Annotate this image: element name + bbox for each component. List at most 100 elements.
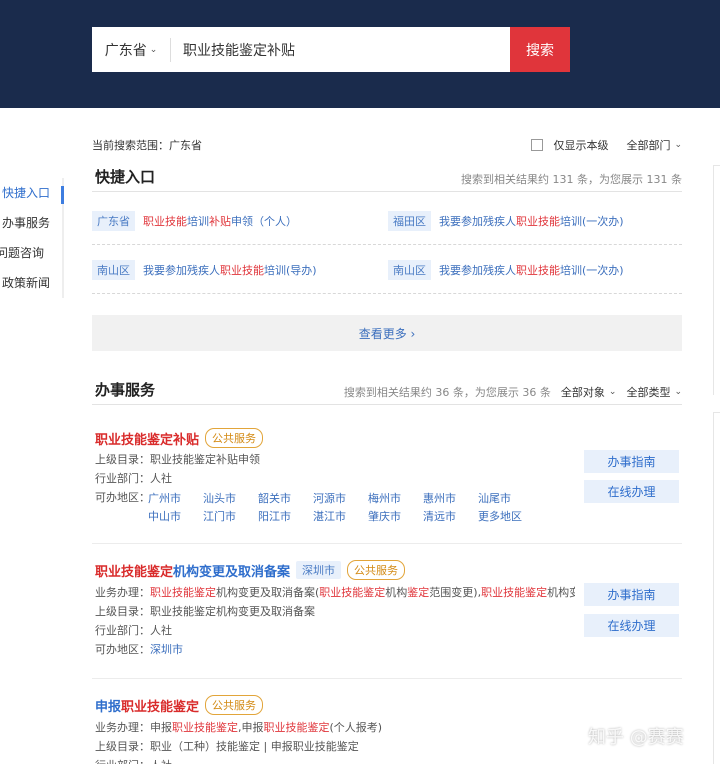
quick-link[interactable]: 我要参加残疾人职业技能培训(导办) (143, 262, 317, 278)
public-service-badge: 公共服务 (205, 428, 264, 448)
online-handle-button[interactable]: 在线办理 (584, 614, 679, 637)
only-this-level-label: 仅显示本级 (553, 139, 609, 152)
city-link[interactable]: 梅州市 (368, 490, 423, 508)
service-guide-button[interactable]: 办事指南 (584, 583, 679, 606)
service-title-link[interactable]: 申报职业技能鉴定 (95, 696, 199, 715)
highlight-text: 职业技能 (143, 215, 187, 228)
business-label: 业务办理： (95, 721, 150, 734)
quick-item[interactable]: 南山区 我要参加残疾人职业技能培训(一次办) (388, 246, 624, 294)
service-title-row: 申报职业技能鉴定 公共服务 (92, 695, 682, 715)
city-link[interactable]: 阳江市 (258, 508, 313, 526)
public-service-badge: 公共服务 (205, 695, 264, 715)
city-link[interactable]: 韶关市 (258, 490, 313, 508)
highlight-text: 职业技能鉴定 (150, 586, 216, 599)
city-link[interactable]: 汕尾市 (478, 490, 533, 508)
city-link[interactable]: 江门市 (203, 508, 258, 526)
link-text: 培训(一次办) (560, 215, 624, 228)
highlight-text: 职业技能 (220, 264, 264, 277)
city-link[interactable]: 深圳市 (150, 643, 183, 656)
highlight-text: 鉴定 (407, 586, 430, 599)
highlight-text: 职业技能鉴定 (319, 586, 386, 599)
left-nav-item-news[interactable]: 政策新闻 (0, 268, 66, 298)
type-filter-dropdown[interactable]: 全部类型 ⌄ (626, 384, 682, 400)
search-button[interactable]: 搜索 (510, 27, 570, 72)
city-list: 广州市 汕头市 韶关市 河源市 梅州市 惠州市 汕尾市 中山市 江门市 阳江市 … (148, 490, 533, 526)
city-link[interactable]: 肇庆市 (368, 508, 423, 526)
region-select-label: 广东省 (104, 42, 147, 59)
service-guide-button[interactable]: 办事指南 (584, 450, 679, 473)
city-link[interactable]: 清远市 (423, 508, 478, 526)
business-text: 范围变更), (429, 586, 482, 599)
online-handle-button[interactable]: 在线办理 (584, 480, 679, 503)
highlight-text: 职业技能鉴定补贴 (95, 432, 200, 448)
left-nav-item-services[interactable]: 办事服务 (0, 208, 66, 238)
search-input[interactable] (171, 27, 510, 72)
service-catalog: 上级目录：职业技能鉴定补贴申领 (95, 453, 260, 466)
city-link[interactable]: 中山市 (148, 508, 203, 526)
dept-filter-dropdown[interactable]: 全部部门 ⌄ (626, 137, 682, 153)
divider (92, 543, 682, 544)
service-item: 职业技能鉴定补贴 公共服务 上级目录：职业技能鉴定补贴申领 行业部门：人社 可办… (92, 428, 682, 536)
region-badge: 深圳市 (296, 561, 342, 579)
service-dept: 行业部门：人社 (95, 624, 172, 637)
see-more-button[interactable]: 查看更多 › (92, 315, 682, 351)
quick-section-stats: 搜索到相关结果约 131 条，为您展示 131 条 (461, 173, 682, 186)
link-text: 培训(一次办) (560, 264, 624, 277)
service-business: 业务办理：职业技能鉴定机构变更及取消备案(职业技能鉴定机构鉴定范围变更),职业技… (95, 583, 575, 602)
highlight-text: 职业技能鉴定 (95, 564, 174, 580)
quick-item[interactable]: 广东省 职业技能培训补贴申领（个人） (92, 197, 297, 245)
quick-section-header: 快捷入口 搜索到相关结果约 131 条，为您展示 131 条 (92, 168, 682, 192)
left-nav-item-quick[interactable]: 快捷入口 (0, 178, 66, 208)
left-nav-item-consult[interactable]: 问题咨询 (0, 238, 66, 268)
quick-link[interactable]: 我要参加残疾人职业技能培训(一次办) (439, 213, 624, 229)
quick-link[interactable]: 职业技能培训补贴申领（个人） (143, 213, 297, 229)
service-title-link[interactable]: 职业技能鉴定机构变更及取消备案 (95, 561, 290, 580)
chevron-down-icon: ⌄ (149, 44, 158, 55)
quick-item[interactable]: 南山区 我要参加残疾人职业技能培训(导办) (92, 246, 317, 294)
city-link[interactable]: 广州市 (148, 490, 203, 508)
more-areas-link[interactable]: 更多地区 (478, 508, 533, 526)
city-link[interactable]: 湛江市 (313, 508, 368, 526)
divider (92, 678, 682, 679)
city-link[interactable]: 河源市 (313, 490, 368, 508)
chevron-down-icon: ⌄ (674, 140, 682, 150)
target-filter-dropdown[interactable]: 全部对象 ⌄ (561, 384, 617, 400)
business-text: ,申报 (238, 721, 264, 734)
region-tag: 南山区 (92, 260, 135, 280)
right-panel-edge (713, 165, 720, 395)
service-item: 职业技能鉴定机构变更及取消备案 深圳市 公共服务 业务办理：职业技能鉴定机构变更… (92, 560, 682, 670)
only-this-level-checkbox[interactable] (531, 139, 544, 151)
services-section-header: 办事服务 搜索到相关结果约 36 条，为您展示 36 条 全部对象 ⌄ 全部类型 ⌄ (92, 381, 682, 405)
business-label: 业务办理： (95, 586, 150, 599)
quick-row: 南山区 我要参加残疾人职业技能培训(导办) 南山区 我要参加残疾人职业技能培训(… (92, 246, 682, 294)
city-link[interactable]: 惠州市 (423, 490, 478, 508)
region-tag: 南山区 (388, 260, 431, 280)
link-text: 培训(导办) (264, 264, 317, 277)
search-scope-label: 当前搜索范围：广东省 (92, 139, 202, 152)
quick-link[interactable]: 我要参加残疾人职业技能培训(一次办) (439, 262, 624, 278)
top-header: 广东省⌄ 搜索 (0, 0, 720, 108)
service-title-row: 职业技能鉴定补贴 公共服务 (92, 428, 682, 448)
city-link[interactable]: 汕头市 (203, 490, 258, 508)
service-catalog: 上级目录：职业（工种）技能鉴定 | 申报职业技能鉴定 (95, 740, 359, 753)
services-section-stats: 搜索到相关结果约 36 条，为您展示 36 条 (343, 386, 551, 399)
service-area: 可办地区：深圳市 (95, 640, 575, 659)
service-business: 业务办理：申报职业技能鉴定,申报职业技能鉴定(个人报考) (95, 718, 575, 737)
quick-section-title: 快捷入口 (95, 168, 156, 186)
right-panel-edge (713, 412, 720, 764)
region-tag: 广东省 (92, 211, 135, 231)
watermark: 知乎 @赛赛 (588, 727, 684, 748)
quick-item[interactable]: 福田区 我要参加残疾人职业技能培训(一次办) (388, 197, 624, 245)
link-text: 我要参加残疾人 (439, 264, 516, 277)
area-label: 可办地区： (95, 643, 150, 656)
service-title-link[interactable]: 职业技能鉴定补贴 (95, 429, 199, 448)
service-dept: 行业部门：人社 (95, 756, 575, 764)
link-text: 我要参加残疾人 (143, 264, 220, 277)
type-filter-label: 全部类型 (626, 386, 671, 399)
left-nav: 快捷入口 办事服务 问题咨询 政策新闻 (0, 178, 66, 298)
search-box: 广东省⌄ 搜索 (92, 27, 570, 72)
region-select[interactable]: 广东省 ⌄ (92, 27, 170, 72)
link-text: 培训 (187, 215, 209, 228)
chevron-down-icon: ⌄ (674, 387, 682, 397)
highlight-text: 职业技能鉴定 (172, 721, 238, 734)
